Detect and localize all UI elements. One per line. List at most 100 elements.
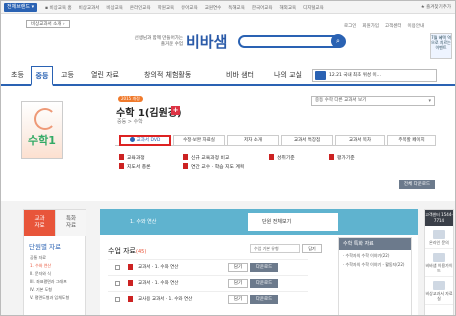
- rail-item-inquiry[interactable]: 온라인 문의: [425, 226, 453, 249]
- resource-label: 신규 교육과정 비교: [191, 156, 230, 161]
- tab-revision-materials[interactable]: 수정·보완 자료실: [173, 135, 225, 146]
- brand-link[interactable]: 학원교육: [158, 5, 175, 11]
- brand-link[interactable]: 유아교육: [181, 5, 198, 11]
- nav-elementary[interactable]: 초등: [11, 66, 24, 84]
- unit-item[interactable]: 공통 자료: [30, 254, 69, 262]
- tab-notable-pages[interactable]: 주목할 페이지: [387, 135, 436, 146]
- special-material-link[interactable]: · 수학자의 수학 이야기 - 활동지(22): [339, 259, 411, 268]
- tab-textbook-dvd[interactable]: 교과서 DVD: [119, 135, 171, 146]
- guide-link[interactable]: 이용안내: [408, 23, 425, 29]
- vivasam-logo[interactable]: 비바샘: [186, 31, 227, 52]
- unit-item[interactable]: III. 좌표평면과 그래프: [30, 278, 69, 286]
- add-button[interactable]: 담기: [228, 295, 248, 304]
- pdf-icon: [128, 296, 133, 302]
- all-brands-button[interactable]: 전체브랜드 ▾: [4, 3, 38, 12]
- tab-textbook-materials[interactable]: 교과 자료: [24, 210, 55, 236]
- tab-special-materials[interactable]: 특화 자료: [55, 210, 86, 236]
- rail-label: 온라인 문의: [429, 240, 449, 245]
- resource-label: 교육과정: [127, 156, 145, 161]
- brand-link[interactable]: 디지털교육: [303, 5, 324, 11]
- nav-middle[interactable]: 중등: [31, 66, 53, 86]
- unit-item[interactable]: IV. 기본 도형: [30, 286, 69, 294]
- tab-features[interactable]: 교과서 특장점: [281, 135, 333, 146]
- support-phone: 고객센터 1544-7714: [425, 210, 453, 226]
- rail-item-archive[interactable]: 비상교과서 자료실: [425, 277, 453, 305]
- brand-link[interactable]: 비상교과서: [79, 5, 100, 11]
- material-title[interactable]: 교과서 · 1. 수와 연산: [138, 264, 178, 270]
- material-type-select[interactable]: 수업 기본 유형: [250, 244, 300, 253]
- download-button[interactable]: 다운로드: [250, 279, 278, 288]
- brand-link-home[interactable]: ▪ 비상교육 홈: [45, 5, 72, 11]
- view-all-units-button[interactable]: 단원 전체보기: [248, 213, 338, 231]
- material-title[interactable]: 교과서 · 1. 수와 연산: [138, 280, 178, 286]
- add-to-my-textbooks-button[interactable]: +: [171, 106, 180, 115]
- rail-label: 비바샘 이용가이드: [425, 263, 453, 273]
- nav-open-materials[interactable]: 열린 자료: [91, 66, 119, 84]
- pdf-icon: [329, 154, 334, 160]
- brand-link[interactable]: 온라인교육: [130, 5, 151, 11]
- material-title[interactable]: 교사용 교과서 · 1. 수와 연산: [138, 296, 192, 302]
- brand-link[interactable]: 교원연수: [205, 5, 222, 11]
- pdf-icon: [269, 154, 274, 160]
- special-materials-title: 수학 특화 자료: [339, 238, 411, 250]
- materials-title: 수업 자료(45): [108, 246, 146, 256]
- event-banner[interactable]: 7월 혜택 역으로 치르는 이벤트: [430, 33, 452, 59]
- sidebar-tabs: 교과 자료 특화 자료: [24, 210, 87, 236]
- row-checkbox[interactable]: [115, 265, 120, 270]
- calendar-icon: [315, 71, 326, 80]
- add-button[interactable]: 담기: [228, 263, 248, 272]
- resource-link[interactable]: 성취기준: [269, 154, 295, 163]
- book-icon: [433, 253, 445, 262]
- brand-link[interactable]: 한국어교육: [252, 5, 273, 11]
- resource-link[interactable]: 평가기준: [329, 154, 355, 163]
- rail-label: 비상교과서 자료실: [425, 291, 453, 301]
- resource-column: 평가기준: [329, 154, 355, 163]
- search-input[interactable]: [238, 35, 346, 48]
- login-link[interactable]: 로그인: [344, 23, 356, 29]
- resource-link[interactable]: 지도서 총론: [119, 163, 151, 172]
- resource-link[interactable]: 교육과정: [119, 154, 151, 163]
- chat-icon: [433, 230, 445, 239]
- unit-sidebar: 교과 자료 특화 자료 단원별 자료 공통 자료 1. 수와 연산 II. 문자…: [23, 209, 87, 315]
- add-selected-button[interactable]: 담기: [302, 244, 322, 253]
- download-button[interactable]: 다운로드: [250, 263, 278, 272]
- brand-link[interactable]: 비상교육: [106, 5, 123, 11]
- download-all-button[interactable]: 전체 다운로드: [399, 180, 435, 189]
- tab-author-intro[interactable]: 저자 소개: [227, 135, 279, 146]
- brand-link[interactable]: 해외교육: [280, 5, 297, 11]
- tab-table-of-contents[interactable]: 교과서 목차: [335, 135, 385, 146]
- support-link[interactable]: 고객센터: [385, 23, 402, 29]
- special-material-link[interactable]: · 수학자의 수학 이야기(22): [339, 250, 411, 259]
- current-unit-select[interactable]: 1. 수와 연산: [130, 218, 156, 225]
- signup-link[interactable]: 회원가입: [362, 23, 379, 29]
- rail-item-guide[interactable]: 비바샘 이용가이드: [425, 249, 453, 277]
- resource-label: 평가기준: [337, 156, 355, 161]
- search-icon[interactable]: ⌕: [331, 34, 345, 48]
- pdf-icon: [128, 264, 133, 270]
- unit-item[interactable]: V. 평면도형과 입체도형: [30, 294, 69, 302]
- brand-link[interactable]: 독해교육: [228, 5, 245, 11]
- add-button[interactable]: 담기: [228, 279, 248, 288]
- nav-viva-community[interactable]: 비바 샘터: [226, 66, 254, 84]
- news-banner[interactable]: 12.21 국내 최초 위성 이...: [312, 69, 437, 82]
- resource-link[interactable]: 연간 교수 · 학습 지도 계획: [183, 163, 244, 172]
- resource-link[interactable]: 신규 교육과정 비교: [183, 154, 244, 163]
- row-checkbox[interactable]: [115, 297, 120, 302]
- unit-item[interactable]: II. 문자와 식: [30, 270, 69, 278]
- resource-column: 성취기준: [269, 154, 295, 163]
- table-row: 교과서 · 1. 수와 연산 담기 다운로드: [108, 275, 308, 290]
- nav-my-classroom[interactable]: 나의 교실: [274, 66, 302, 84]
- add-favorite-link[interactable]: ★ 즐겨찾기추가: [421, 1, 451, 14]
- unit-bar: 1. 수와 연산 단원 전체보기: [100, 209, 418, 235]
- logo-tagline: 선생님과 함께 만들어가는 즐거운 수업: [134, 36, 183, 47]
- news-banner-text: 12.21 국내 최초 위성 이...: [329, 73, 381, 78]
- download-button[interactable]: 다운로드: [250, 295, 278, 304]
- pdf-icon: [128, 280, 133, 286]
- nav-high[interactable]: 고등: [61, 66, 74, 84]
- row-checkbox[interactable]: [115, 281, 120, 286]
- textbook-intro-button[interactable]: 비상교과서 소개 ›: [26, 20, 70, 28]
- nav-creative-activities[interactable]: 창의적 체험활동: [144, 66, 191, 84]
- materials-panel: 1. 수와 연산 단원 전체보기 수업 자료(45) 수업 기본 유형 담기 교…: [100, 209, 418, 315]
- other-textbook-select[interactable]: 중등 수학 다른 교과서 보기 ▾: [311, 96, 435, 106]
- unit-item-selected[interactable]: 1. 수와 연산: [30, 262, 69, 270]
